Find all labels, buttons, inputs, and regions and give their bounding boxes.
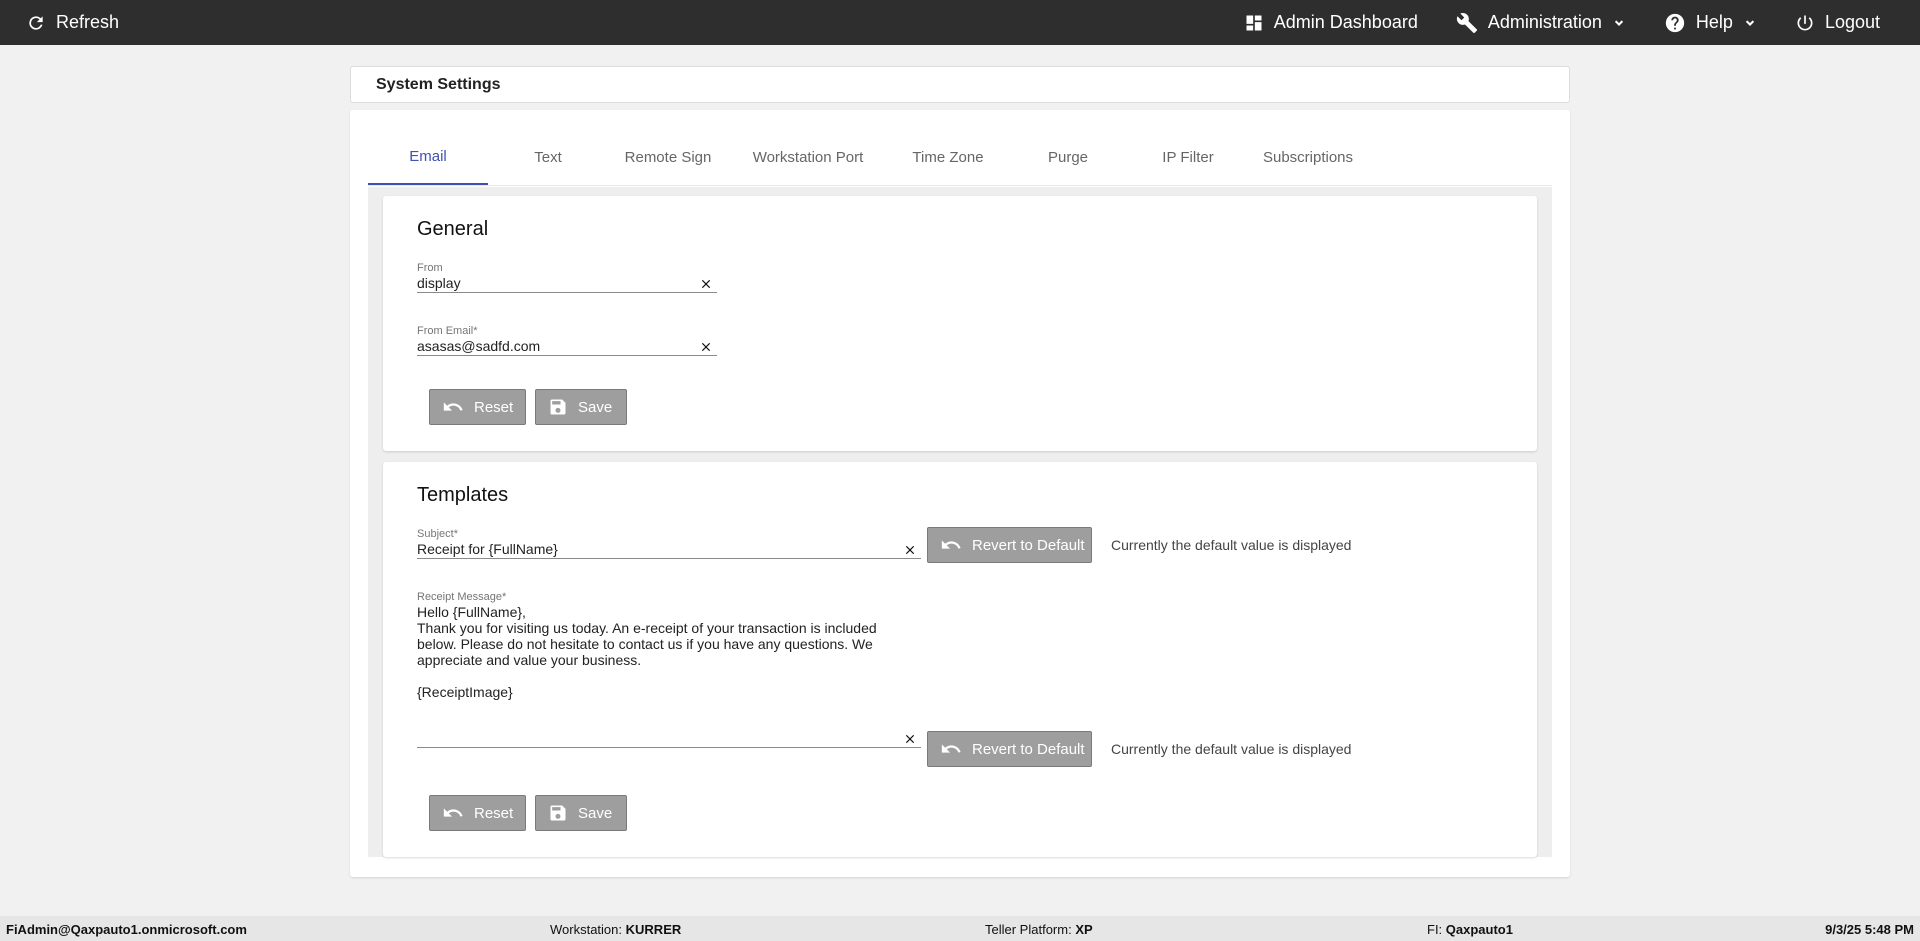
tab-subscriptions[interactable]: Subscriptions [1248, 130, 1368, 185]
templates-reset-button[interactable]: Reset [429, 795, 526, 831]
footer-platform: Teller Platform: XP [985, 922, 1093, 937]
chevron-down-icon [1614, 19, 1624, 26]
footer-workstation-value: KURRER [625, 922, 682, 937]
floppy-icon [550, 399, 566, 415]
templates-reset-label: Reset [474, 804, 514, 822]
message-line: Hello {FullName}, [417, 604, 526, 620]
footer-platform-value: XP [1075, 922, 1093, 937]
tab-purge[interactable]: Purge [1008, 130, 1128, 185]
help-icon [1665, 13, 1685, 32]
tab-time-zone[interactable]: Time Zone [888, 130, 1008, 185]
logout-button[interactable]: Logout [1795, 0, 1880, 45]
tab-ip-filter[interactable]: IP Filter [1128, 130, 1248, 185]
from-label: From [417, 262, 443, 274]
logout-label: Logout [1824, 12, 1880, 32]
close-icon[interactable] [903, 732, 917, 746]
administration-label: Administration [1487, 12, 1602, 32]
from-email-label: From Email* [417, 325, 478, 337]
subject-field: Subject* Receipt for {FullName} [417, 528, 921, 559]
subject-label: Subject* [417, 528, 458, 540]
footer-datetime-value: 9/3/25 5:48 PM [1825, 922, 1914, 937]
chevron-down-icon [1745, 19, 1755, 26]
footer-platform-label: Teller Platform: [985, 922, 1072, 937]
tab-remote-sign[interactable]: Remote Sign [608, 130, 728, 185]
general-title: General [417, 218, 489, 240]
footer-user-value: FiAdmin@Qaxpauto1.onmicrosoft.com [6, 922, 247, 937]
templates-title: Templates [417, 484, 509, 506]
general-save-label: Save [578, 398, 613, 416]
undo-icon [443, 402, 463, 411]
footer-workstation: Workstation: KURRER [550, 922, 681, 937]
page-title: System Settings [376, 75, 501, 93]
general-save-button[interactable]: Save [535, 389, 627, 425]
from-value[interactable]: display [417, 275, 461, 291]
templates-save-button[interactable]: Save [535, 795, 627, 831]
settings-panel: Email Text Remote Sign Workstation Port … [350, 110, 1570, 877]
general-reset-label: Reset [474, 398, 514, 416]
dashboard-icon [1246, 15, 1262, 30]
refresh-button[interactable]: Refresh [26, 0, 119, 45]
tab-email[interactable]: Email [368, 130, 488, 185]
receipt-message-underline [417, 730, 921, 748]
page-header: System Settings [350, 66, 1570, 103]
from-email-input[interactable]: asasas@sadfd.com [417, 338, 717, 356]
message-default-note: Currently the default value is displayed [1111, 741, 1352, 757]
receipt-message-field: Receipt Message* Hello {FullName}, Thank… [417, 591, 921, 700]
admin-dashboard-button[interactable]: Admin Dashboard [1244, 0, 1418, 45]
floppy-icon [550, 805, 566, 821]
wrench-icon [1456, 12, 1477, 33]
close-icon[interactable] [699, 277, 713, 291]
message-line [417, 668, 887, 684]
footer-user: FiAdmin@Qaxpauto1.onmicrosoft.com [6, 922, 247, 937]
templates-section: Templates Subject* Receipt for {FullName… [383, 462, 1537, 857]
tab-text[interactable]: Text [488, 130, 608, 185]
administration-menu[interactable]: Administration [1456, 0, 1626, 45]
help-menu[interactable]: Help [1664, 0, 1757, 45]
email-tab-content: General From display From Email* asasas@… [368, 187, 1552, 857]
general-reset-button[interactable]: Reset [429, 389, 526, 425]
general-section: General From display From Email* asasas@… [383, 196, 1537, 451]
status-footer: FiAdmin@Qaxpauto1.onmicrosoft.com Workst… [0, 916, 1920, 941]
settings-tabs: Email Text Remote Sign Workstation Port … [368, 130, 1552, 186]
message-line: Thank you for visiting us today. An e-re… [417, 620, 877, 668]
tab-workstation-port[interactable]: Workstation Port [728, 130, 888, 185]
top-navigation-bar: Refresh Admin Dashboard Administration H… [0, 0, 1920, 45]
refresh-label: Refresh [56, 12, 120, 32]
undo-icon [443, 808, 463, 817]
footer-workstation-label: Workstation: [550, 922, 623, 937]
from-field: From display [417, 262, 717, 293]
footer-fi: FI: Qaxpauto1 [1427, 922, 1513, 937]
footer-datetime: 9/3/25 5:48 PM [1825, 922, 1914, 937]
subject-revert-label: Revert to Default [972, 536, 1085, 554]
undo-icon [941, 540, 961, 549]
receipt-message-label: Receipt Message* [417, 591, 507, 603]
subject-value[interactable]: Receipt for {FullName} [417, 541, 558, 557]
close-icon[interactable] [699, 340, 713, 354]
from-email-field: From Email* asasas@sadfd.com [417, 325, 717, 356]
message-line: {ReceiptImage} [417, 684, 513, 700]
message-revert-button[interactable]: Revert to Default [927, 731, 1092, 767]
undo-icon [941, 744, 961, 753]
from-input[interactable]: display [417, 275, 717, 293]
footer-fi-label: FI: [1427, 922, 1443, 937]
message-revert-label: Revert to Default [972, 740, 1085, 758]
subject-input[interactable]: Receipt for {FullName} [417, 541, 921, 559]
help-label: Help [1695, 12, 1733, 32]
admin-dashboard-label: Admin Dashboard [1273, 12, 1418, 32]
subject-default-note: Currently the default value is displayed [1111, 537, 1352, 553]
close-icon[interactable] [903, 543, 917, 557]
templates-save-label: Save [578, 804, 613, 822]
refresh-icon [29, 15, 43, 30]
receipt-message-textarea[interactable]: Hello {FullName}, Thank you for visiting… [417, 604, 887, 700]
from-email-value[interactable]: asasas@sadfd.com [417, 338, 540, 354]
footer-fi-value: Qaxpauto1 [1445, 922, 1513, 937]
receipt-message-line[interactable] [417, 730, 921, 748]
subject-revert-button[interactable]: Revert to Default [927, 527, 1092, 563]
power-icon [1797, 15, 1813, 30]
